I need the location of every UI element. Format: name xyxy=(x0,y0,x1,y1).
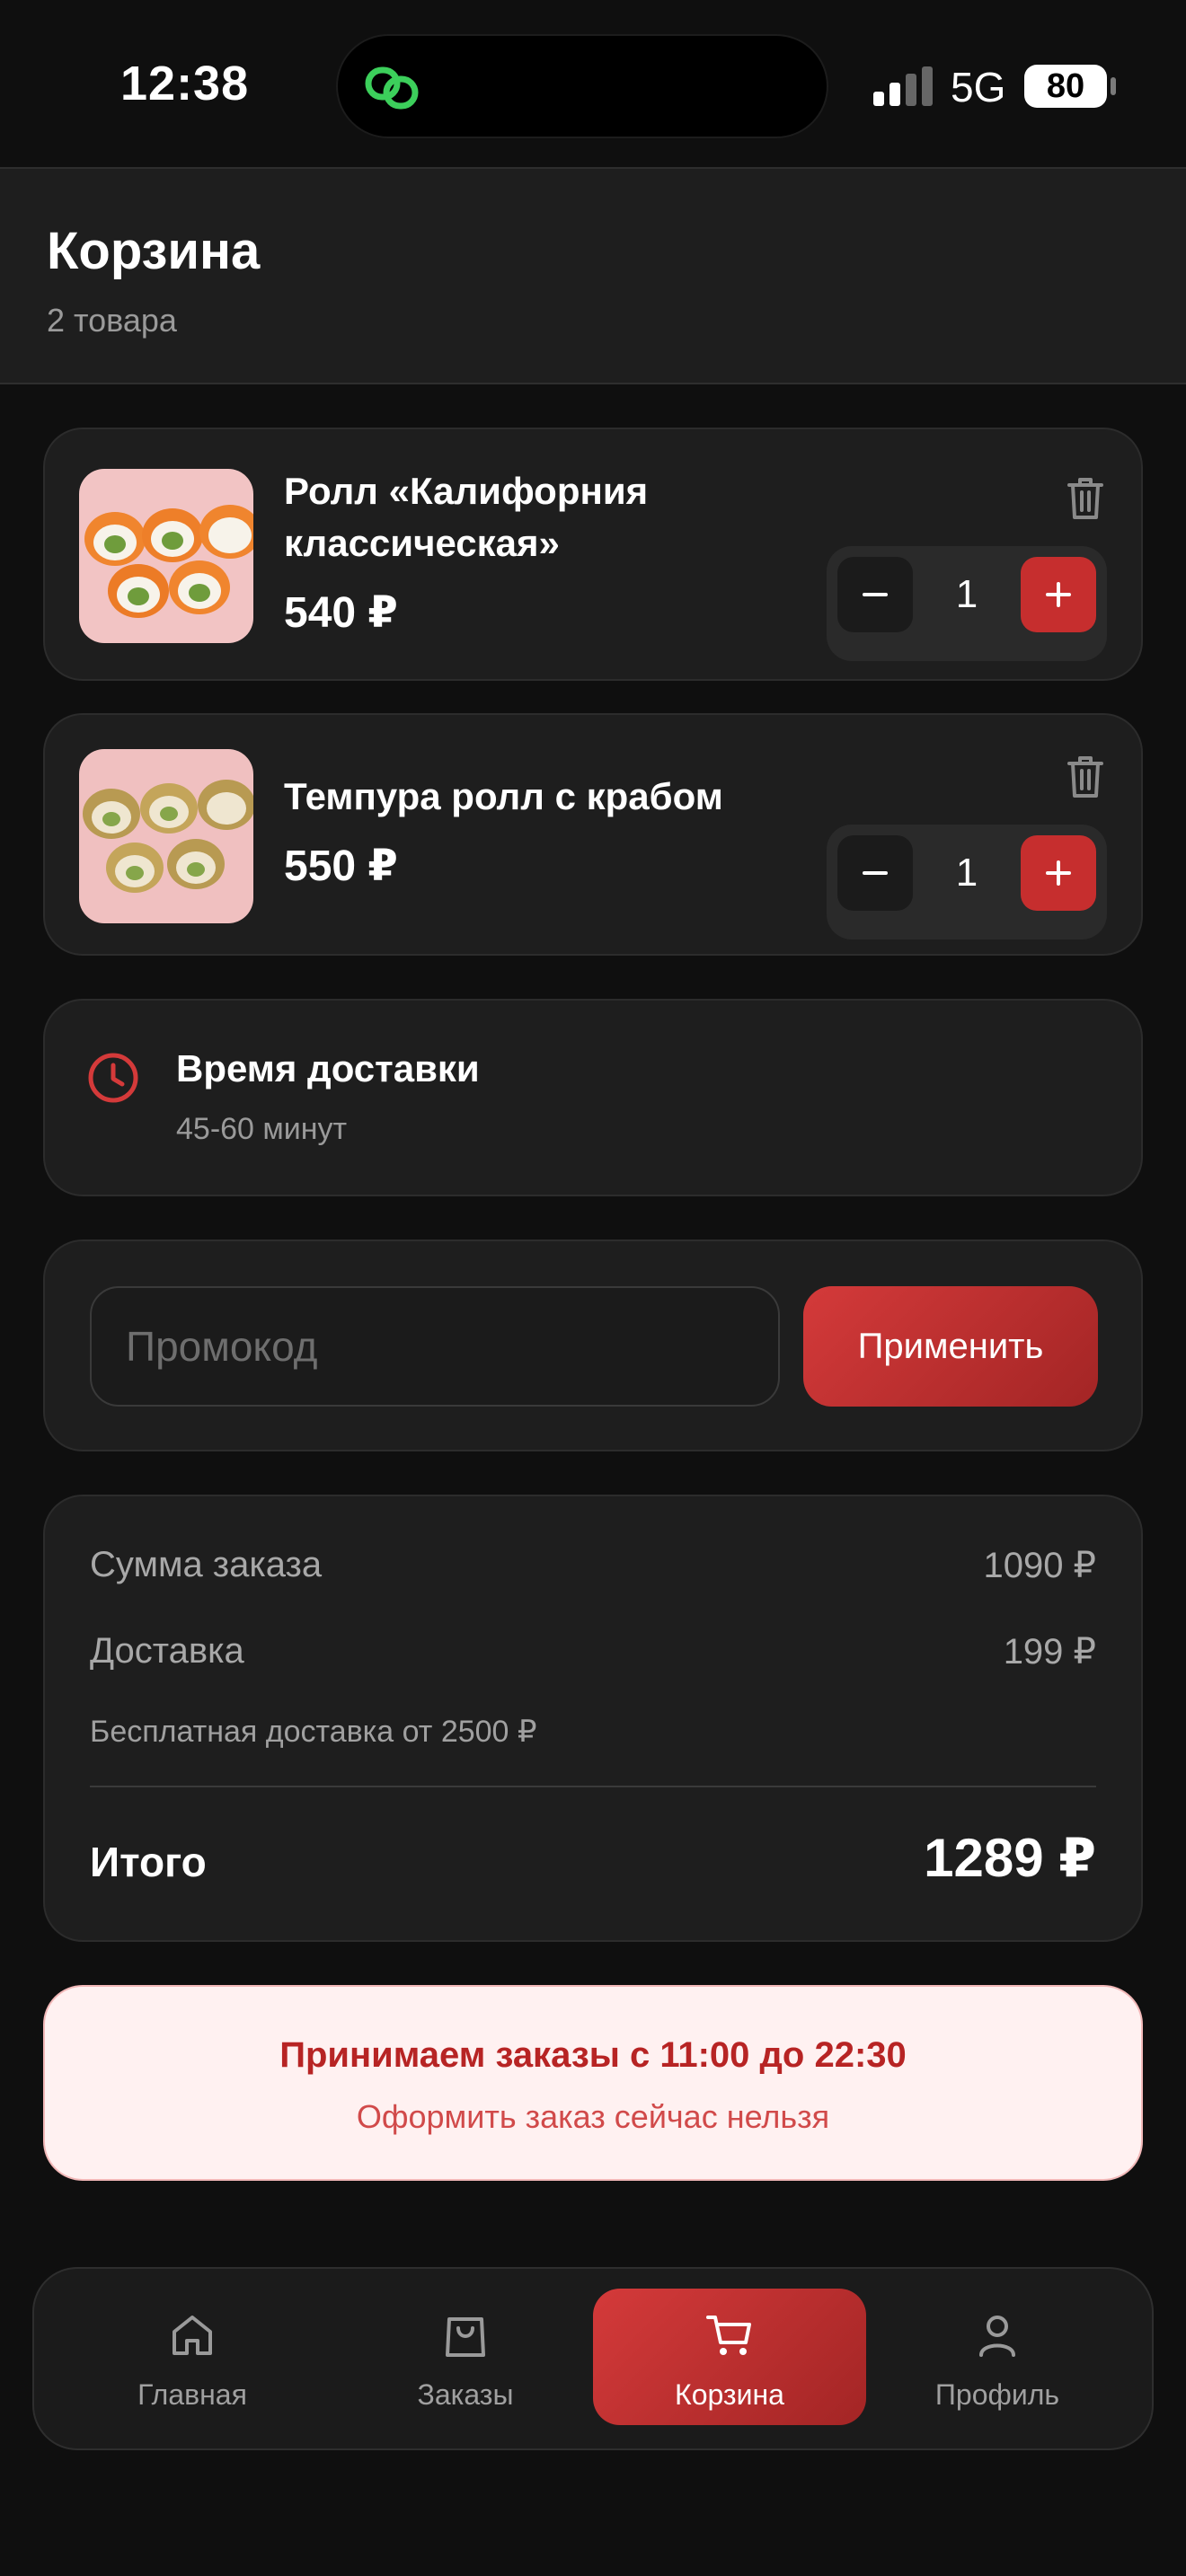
page-title: Корзина xyxy=(47,222,261,280)
quantity-value: 1 xyxy=(955,851,978,895)
battery-level: 80 xyxy=(1024,65,1107,108)
notice-subtitle: Оформить заказ сейчас нельзя xyxy=(356,2098,830,2135)
free-delivery-note: Бесплатная доставка от 2500 ₽ xyxy=(90,1715,537,1749)
delivery-estimate: 45-60 минут xyxy=(176,1112,348,1146)
working-hours-notice: Принимаем заказы с 11:00 до 22:30 Оформи… xyxy=(43,1985,1143,2181)
trash-icon[interactable] xyxy=(1064,474,1107,521)
order-summary: Сумма заказа 1090 ₽ Доставка 199 ₽ Беспл… xyxy=(43,1495,1143,1942)
tab-label: Корзина xyxy=(675,2378,784,2411)
delivery-fee-label: Доставка xyxy=(90,1631,244,1671)
plus-icon xyxy=(1046,582,1071,607)
subtotal-label: Сумма заказа xyxy=(90,1545,323,1584)
cart-screen: 12:38 5G 80 Корзина 2 товара Ролл «Калиф… xyxy=(0,0,1186,2576)
dynamic-island xyxy=(336,34,828,138)
delivery-time-card: Время доставки 45-60 минут xyxy=(43,999,1143,1196)
total-label: Итого xyxy=(90,1839,207,1885)
bag-icon xyxy=(446,2317,485,2357)
increase-quantity-button[interactable] xyxy=(1021,835,1096,911)
quantity-stepper: 1 xyxy=(827,825,1107,940)
decrease-quantity-button[interactable] xyxy=(837,557,913,632)
clock-icon xyxy=(88,1053,138,1103)
item-count: 2 товара xyxy=(47,302,177,339)
delivery-fee-value: 199 ₽ xyxy=(1003,1632,1096,1672)
profile-icon xyxy=(979,2316,1015,2357)
summary-divider xyxy=(90,1786,1096,1787)
status-bar: 12:38 5G 80 xyxy=(0,0,1186,167)
cart-item: Ролл «Калифорния классическая» 540 ₽ 1 xyxy=(43,428,1143,681)
decrease-quantity-button[interactable] xyxy=(837,835,913,911)
cart-icon xyxy=(706,2316,751,2355)
battery-tip xyxy=(1111,77,1116,95)
tab-home[interactable]: Главная xyxy=(56,2289,329,2425)
tab-orders[interactable]: Заказы xyxy=(329,2289,602,2425)
product-price: 540 ₽ xyxy=(284,589,398,637)
tab-label: Профиль xyxy=(934,2378,1060,2411)
increase-quantity-button[interactable] xyxy=(1021,557,1096,632)
promo-card: Применить xyxy=(43,1239,1143,1451)
promo-code-input[interactable] xyxy=(90,1286,780,1407)
apply-promo-button[interactable]: Применить xyxy=(803,1286,1098,1407)
notice-title: Принимаем заказы с 11:00 до 22:30 xyxy=(279,2035,907,2075)
quantity-stepper: 1 xyxy=(827,546,1107,661)
cellular-signal-icon xyxy=(873,66,933,106)
trash-icon[interactable] xyxy=(1064,753,1107,799)
status-time: 12:38 xyxy=(120,57,250,110)
minus-icon xyxy=(863,871,888,875)
quantity-value: 1 xyxy=(955,572,978,616)
product-image-california[interactable] xyxy=(79,469,253,643)
page-header: Корзина 2 товара xyxy=(0,167,1186,384)
product-name: Ролл «Калифорния классическая» xyxy=(284,470,649,564)
bottom-tab-bar: Главная Заказы Корзина Профиль xyxy=(32,2267,1154,2450)
product-price: 550 ₽ xyxy=(284,842,398,890)
tab-cart[interactable]: Корзина xyxy=(593,2289,866,2425)
tab-label: Главная xyxy=(137,2378,247,2411)
home-icon xyxy=(173,2316,212,2355)
minus-icon xyxy=(863,593,888,596)
subtotal-value: 1090 ₽ xyxy=(983,1546,1096,1585)
delivery-title: Время доставки xyxy=(176,1047,480,1090)
tab-label: Заказы xyxy=(417,2378,514,2411)
tab-profile[interactable]: Профиль xyxy=(861,2289,1134,2425)
cart-item: Темпура ролл с крабом 550 ₽ 1 xyxy=(43,713,1143,956)
plus-icon xyxy=(1046,860,1071,886)
link-chain-icon xyxy=(365,66,419,110)
network-type: 5G xyxy=(951,64,1006,110)
product-name: Темпура ролл с крабом xyxy=(284,775,723,817)
product-image-tempura[interactable] xyxy=(79,749,253,923)
total-value: 1289 ₽ xyxy=(924,1828,1096,1888)
